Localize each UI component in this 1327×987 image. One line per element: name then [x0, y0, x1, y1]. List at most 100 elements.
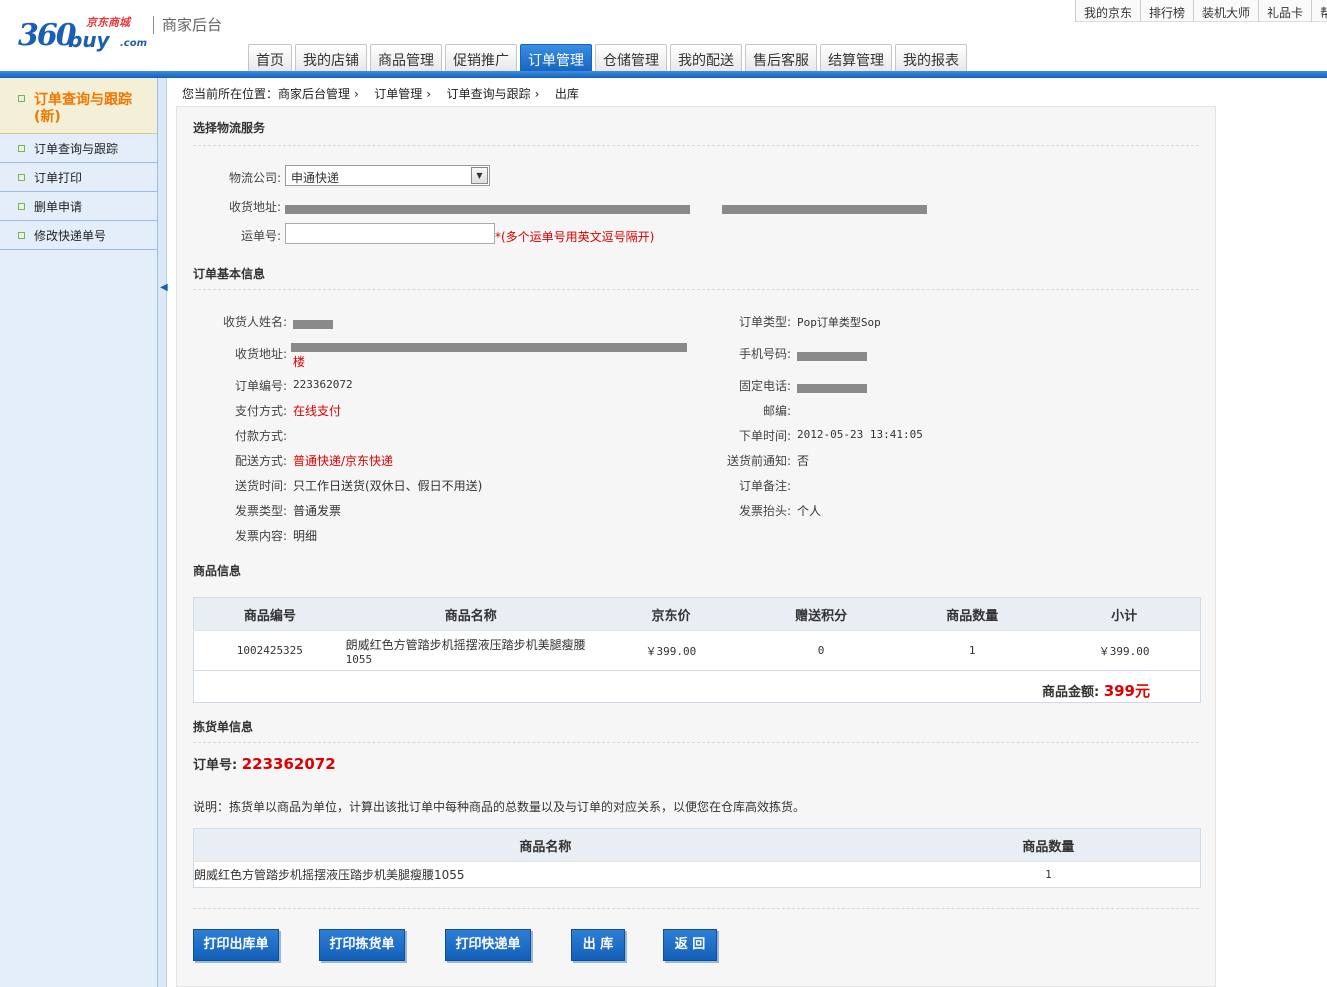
- product-id: 1002425325: [193, 630, 346, 671]
- table-row: 朗威红色方管踏步机摇摆液压踏步机美腿瘦腰1055 1: [193, 861, 1201, 888]
- order-type-label: 订单类型:: [738, 315, 791, 329]
- top-link-my-jd[interactable]: 我的京东: [1075, 0, 1140, 22]
- ship-out-button[interactable]: 出 库: [571, 929, 625, 961]
- logo[interactable]: 360 京东商城 buy .com: [18, 14, 148, 54]
- divider: [193, 742, 1199, 743]
- product-name[interactable]: 朗威红色方管踏步机摇摆液压踏步机美腿瘦腰 1055: [345, 630, 596, 671]
- table-header-row: 商品编号 商品名称 京东价 赠送积分 商品数量 小计: [193, 597, 1201, 631]
- order-time-value: 2012-05-23 13:41:05: [797, 428, 923, 441]
- picking-order-label: 订单号:: [193, 758, 238, 773]
- print-express-button[interactable]: 打印快递单: [445, 929, 531, 961]
- shipping-address-masked: [285, 202, 927, 216]
- order-time-label: 下单时间:: [738, 429, 791, 443]
- sidebar-header[interactable]: 订单查询与跟踪(新): [0, 78, 157, 134]
- sidebar-item-label: 修改快递单号: [34, 229, 107, 243]
- tracking-number-input[interactable]: [285, 223, 495, 244]
- company-label: 物流公司:: [228, 171, 281, 185]
- column-header: 商品数量: [896, 597, 1049, 631]
- product-subtotal: ￥399.00: [1048, 630, 1201, 671]
- receiver-address-tail: 楼: [293, 355, 306, 369]
- sidebar-header-label: 订单查询与跟踪(新): [34, 92, 132, 125]
- picking-note: 说明：拣货单以商品为单位，计算出该批订单中每种商品的总数量以及与订单的对应关系，…: [193, 800, 806, 814]
- picking-product-name: 朗威红色方管踏步机摇摆液压踏步机美腿瘦腰1055: [193, 861, 897, 888]
- top-links: 我的京东 排行榜 装机大师 礼品卡 帮: [1075, 0, 1327, 22]
- payment-label: 付款方式:: [234, 429, 287, 443]
- divider: [193, 289, 1199, 290]
- invoice-title-value: 个人: [797, 504, 822, 518]
- chevron-right-icon: ›: [426, 87, 439, 101]
- sidebar-item-order-print[interactable]: 订单打印: [0, 163, 157, 192]
- bullet-icon: [18, 232, 25, 239]
- mobile-label: 手机号码:: [738, 347, 791, 361]
- receiver-address-masked: [291, 340, 687, 354]
- picking-order-value: 223362072: [241, 755, 336, 773]
- top-link-gift-card[interactable]: 礼品卡: [1258, 0, 1311, 22]
- tab-orders[interactable]: 订单管理: [520, 44, 592, 72]
- main-nav: 首页 我的店铺 商品管理 促销推广 订单管理 仓储管理 我的配送 售后客服 结算…: [248, 44, 970, 72]
- pay-method-value: 在线支付: [293, 404, 342, 418]
- tab-warehouse[interactable]: 仓储管理: [595, 44, 667, 71]
- sidebar-item-edit-tracking[interactable]: 修改快递单号: [0, 221, 157, 250]
- sidebar: 订单查询与跟踪(新) 订单查询与跟踪 订单打印 删单申请 修改快递单号: [0, 78, 158, 987]
- delivery-time-label: 送货时间:: [234, 479, 287, 493]
- chevron-down-icon[interactable]: ▼: [471, 167, 488, 184]
- system-title: 商家后台: [153, 16, 222, 34]
- sidebar-item-delete-request[interactable]: 删单申请: [0, 192, 157, 221]
- pay-method-label: 支付方式:: [234, 404, 287, 418]
- phone-masked: [797, 381, 867, 395]
- logistics-company-select[interactable]: 申通快递 ▼: [285, 165, 490, 186]
- notify-value: 否: [797, 454, 810, 468]
- tab-my-shop[interactable]: 我的店铺: [295, 44, 367, 71]
- total-amount: 399元: [1103, 682, 1150, 700]
- product-qty: 1: [896, 630, 1049, 671]
- product-name-line1: 朗威红色方管踏步机摇摆液压踏步机美腿瘦腰: [345, 637, 586, 652]
- sidebar-collapse-bar[interactable]: [158, 78, 167, 987]
- top-link-ranking[interactable]: 排行榜: [1140, 0, 1193, 22]
- tab-promotion[interactable]: 促销推广: [445, 44, 517, 71]
- tab-products[interactable]: 商品管理: [370, 44, 442, 71]
- breadcrumb: 您当前所在位置：商家后台管理 › 订单管理 › 订单查询与跟踪 › 出库: [168, 78, 1327, 106]
- invoice-title-label: 发票抬头:: [738, 504, 791, 518]
- picking-table: 商品名称 商品数量 朗威红色方管踏步机摇摆液压踏步机美腿瘦腰1055 1: [193, 828, 1201, 888]
- section-title-products: 商品信息: [193, 564, 242, 578]
- back-button[interactable]: 返 回: [663, 929, 717, 961]
- tracking-hint: *(多个运单号用英文逗号隔开): [495, 230, 655, 244]
- column-header: 小计: [1048, 597, 1201, 631]
- top-link-help[interactable]: 帮: [1311, 0, 1327, 22]
- select-value: 申通快递: [291, 171, 340, 185]
- column-header: 商品名称: [193, 828, 897, 862]
- print-outbound-button[interactable]: 打印出库单: [193, 929, 279, 961]
- logo-buy: buy: [68, 28, 110, 52]
- delivery-time-value: 只工作日送货(双休日、假日不用送): [293, 479, 483, 493]
- order-number-value: 223362072: [293, 378, 353, 391]
- top-link-pc-builder[interactable]: 装机大师: [1193, 0, 1258, 22]
- breadcrumb-item[interactable]: 订单管理: [374, 87, 422, 101]
- mobile-masked: [797, 349, 867, 363]
- invoice-content-value: 明细: [293, 529, 318, 543]
- tab-settlement[interactable]: 结算管理: [820, 44, 892, 71]
- table-row: 1002425325 朗威红色方管踏步机摇摆液压踏步机美腿瘦腰 1055 ￥39…: [193, 630, 1201, 671]
- bullet-icon: [18, 145, 25, 152]
- product-name-line2: 1055: [345, 652, 373, 666]
- print-picking-button[interactable]: 打印拣货单: [319, 929, 405, 961]
- tab-delivery[interactable]: 我的配送: [670, 44, 742, 71]
- sidebar-item-label: 订单查询与跟踪: [34, 142, 119, 156]
- tab-home[interactable]: 首页: [248, 44, 292, 71]
- collapse-arrow-icon[interactable]: ◀: [160, 282, 168, 293]
- notify-label: 送货前通知:: [726, 454, 791, 468]
- remark-label: 订单备注:: [738, 479, 791, 493]
- tab-reports[interactable]: 我的报表: [895, 44, 967, 71]
- receiver-address-label: 收货地址:: [234, 347, 287, 361]
- sidebar-item-order-query[interactable]: 订单查询与跟踪: [0, 134, 157, 163]
- invoice-type-label: 发票类型:: [234, 504, 287, 518]
- tab-after-sales[interactable]: 售后客服: [745, 44, 817, 71]
- section-title-order-info: 订单基本信息: [193, 267, 266, 281]
- product-total-row: 商品金额: 399元: [193, 671, 1201, 703]
- column-header: 商品名称: [345, 597, 596, 631]
- product-total: 商品金额: 399元: [1042, 680, 1150, 701]
- total-label: 商品金额:: [1041, 685, 1100, 700]
- logo-com: .com: [120, 38, 148, 49]
- column-header: 京东价: [595, 597, 747, 631]
- breadcrumb-item[interactable]: 您当前所在位置：商家后台管理: [182, 87, 350, 101]
- breadcrumb-item[interactable]: 订单查询与跟踪: [447, 87, 531, 101]
